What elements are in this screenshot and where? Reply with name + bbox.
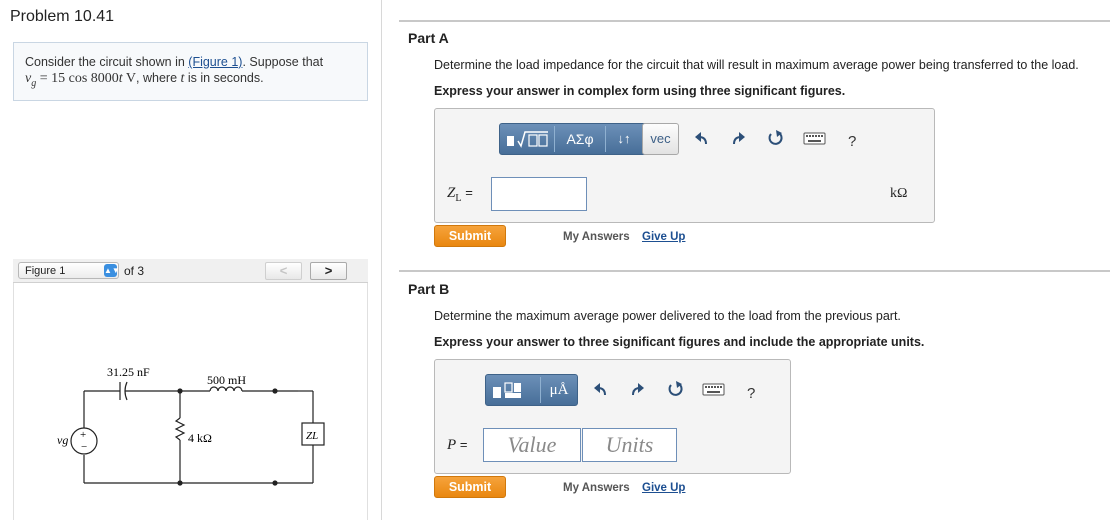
answer-label-zl: ZL = bbox=[447, 185, 473, 204]
part-b-instruction: Express your answer to three significant… bbox=[434, 335, 925, 349]
units-placeholder: Units bbox=[605, 432, 654, 457]
sort-arrows-button[interactable]: ↓↑ bbox=[606, 124, 642, 154]
part-a-give-up-link[interactable]: Give Up bbox=[642, 231, 685, 243]
redo-icon[interactable] bbox=[729, 129, 747, 147]
templates-icon[interactable] bbox=[492, 380, 536, 400]
intro-text: Consider the circuit shown in bbox=[25, 55, 185, 69]
undo-icon[interactable] bbox=[592, 380, 610, 398]
reset-icon[interactable] bbox=[766, 129, 784, 147]
node-dot bbox=[177, 388, 183, 394]
intro-tail: , where bbox=[136, 71, 178, 85]
greek-symbols-button[interactable]: ΑΣφ bbox=[556, 124, 604, 154]
part-a-answer-box: ΑΣφ ↓↑ vec ? ZL = kΩ bbox=[434, 108, 935, 223]
part-b-my-answers-link[interactable]: My Answers bbox=[563, 482, 630, 494]
keyboard-icon[interactable] bbox=[803, 129, 827, 147]
part-a-submit-button[interactable]: Submit bbox=[434, 225, 506, 247]
help-button[interactable]: ? bbox=[747, 385, 755, 402]
next-figure-button[interactable]: > bbox=[310, 262, 347, 280]
intro-suffix: . Suppose that bbox=[242, 55, 324, 69]
node-dot bbox=[177, 480, 183, 486]
zl-unit-label: kΩ bbox=[890, 186, 908, 201]
units-symbol-button[interactable]: μÅ bbox=[542, 375, 576, 405]
part-b-submit-button[interactable]: Submit bbox=[434, 476, 506, 498]
previous-figure-button[interactable]: < bbox=[265, 262, 302, 280]
figure-count: of 3 bbox=[124, 264, 145, 278]
part-b-answer-box: μÅ ? P = Value Units bbox=[434, 359, 791, 474]
reset-icon[interactable] bbox=[666, 380, 684, 398]
intro-end: is in seconds. bbox=[184, 71, 264, 85]
load-label: ZL bbox=[306, 430, 318, 442]
toolbar-separator bbox=[554, 126, 555, 152]
figure-link[interactable]: (Figure 1) bbox=[188, 55, 242, 69]
part-a-instruction: Express your answer in complex form usin… bbox=[434, 84, 846, 98]
part-a-my-answers-link[interactable]: My Answers bbox=[563, 231, 630, 243]
units-toolbar-group[interactable]: μÅ bbox=[485, 374, 578, 406]
select-arrows-icon: ▲▼ bbox=[104, 264, 120, 277]
source-plus: + bbox=[80, 429, 86, 441]
part-b-rule bbox=[399, 270, 1110, 272]
zl-answer-input[interactable] bbox=[491, 177, 587, 211]
circuit-diagram: 31.25 nF 500 mH 4 kΩ vg ZL + − bbox=[57, 365, 325, 486]
problem-intro: Consider the circuit shown in (Figure 1)… bbox=[13, 42, 368, 101]
power-units-input[interactable]: Units bbox=[582, 428, 677, 462]
keyboard-icon[interactable] bbox=[702, 380, 726, 398]
templates-sqrt-icon[interactable] bbox=[506, 129, 550, 149]
part-a-title[interactable]: Part A bbox=[408, 30, 449, 46]
toolbar-separator bbox=[540, 377, 541, 403]
help-button[interactable]: ? bbox=[848, 133, 856, 150]
vg-expression: vg = 15 cos 8000t V bbox=[25, 71, 137, 89]
node-dot bbox=[272, 480, 278, 486]
figure-selector[interactable]: Figure 1 ▲▼ bbox=[18, 262, 120, 279]
figure-area: 31.25 nF 500 mH 4 kΩ vg ZL + − bbox=[13, 283, 368, 520]
vec-button[interactable]: vec bbox=[642, 123, 679, 155]
redo-icon[interactable] bbox=[628, 380, 646, 398]
part-a-question: Determine the load impedance for the cir… bbox=[434, 58, 1079, 72]
inductor-label: 500 mH bbox=[207, 373, 246, 387]
node-dot bbox=[272, 388, 278, 394]
power-value-input[interactable]: Value bbox=[483, 428, 581, 462]
figure-toolbar: Figure 1 ▲▼ of 3 < > bbox=[13, 259, 368, 283]
part-b-give-up-link[interactable]: Give Up bbox=[642, 482, 685, 494]
source-label: vg bbox=[57, 433, 68, 447]
part-b-question: Determine the maximum average power deli… bbox=[434, 309, 901, 323]
value-placeholder: Value bbox=[507, 432, 557, 457]
part-a-rule bbox=[399, 20, 1110, 22]
source-minus: − bbox=[81, 441, 87, 453]
part-b-title[interactable]: Part B bbox=[408, 281, 449, 297]
resistor-label: 4 kΩ bbox=[188, 431, 212, 445]
capacitor-label: 31.25 nF bbox=[107, 365, 150, 379]
undo-icon[interactable] bbox=[693, 129, 711, 147]
answer-label-p: P = bbox=[447, 437, 468, 453]
problem-panel: Problem 10.41 Consider the circuit shown… bbox=[0, 0, 382, 520]
problem-title: Problem 10.41 bbox=[10, 8, 115, 25]
math-toolbar-group[interactable]: ΑΣφ ↓↑ bbox=[499, 123, 647, 155]
